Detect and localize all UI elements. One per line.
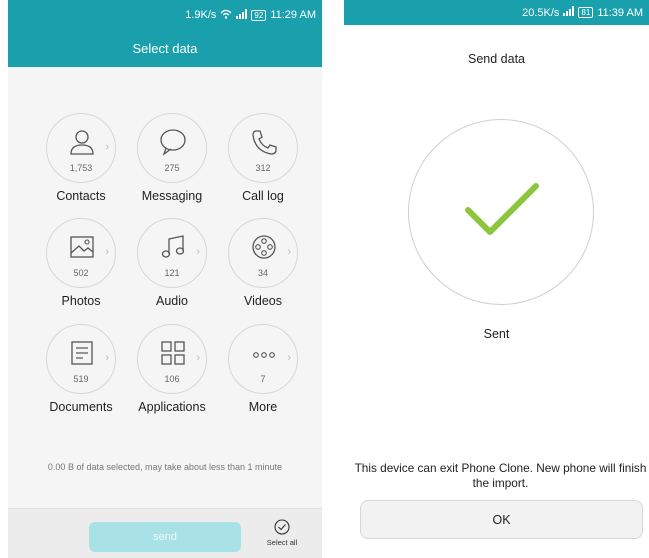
film-reel-icon — [252, 235, 276, 259]
wifi-icon — [220, 9, 232, 22]
page-title: Send data — [468, 52, 525, 66]
item-count: 519 — [73, 374, 89, 384]
item-circle[interactable]: 502 › — [46, 218, 116, 288]
item-count: 275 — [164, 163, 180, 173]
select-all-label: Select all — [266, 538, 298, 547]
chevron-right-icon: › — [105, 352, 109, 364]
selection-summary: 0.00 B of data selected, may take about … — [47, 462, 283, 472]
item-label: More — [248, 400, 278, 414]
item-circle[interactable]: 121 › — [137, 218, 207, 288]
send-data-screen: 20.5K/s 81 11:39 AM Send data Sent This … — [344, 0, 649, 558]
chevron-right-icon: › — [105, 141, 109, 153]
item-circle[interactable]: 7 › — [228, 324, 298, 394]
completion-message: This device can exit Phone Clone. New ph… — [348, 461, 649, 491]
item-circle[interactable]: 312 — [228, 113, 298, 183]
item-circle[interactable]: 34 › — [228, 218, 298, 288]
item-label: Videos — [244, 294, 282, 308]
page-title: Select data — [8, 30, 322, 67]
item-circle[interactable]: 106 › — [137, 324, 207, 394]
checkmark-icon — [465, 183, 539, 235]
battery-icon: 81 — [578, 7, 594, 18]
clock: 11:29 AM — [270, 9, 316, 21]
chevron-right-icon: › — [105, 246, 109, 258]
signal-icon — [236, 8, 248, 22]
item-circle[interactable]: 1,753 › — [46, 113, 116, 183]
app-grid-icon — [161, 341, 185, 365]
status-bar: 20.5K/s 81 11:39 AM — [344, 0, 649, 25]
image-icon — [70, 236, 94, 258]
bottom-action-bar: send Select all — [8, 508, 322, 558]
item-count: 312 — [255, 163, 271, 173]
item-circle[interactable]: 275 — [137, 113, 207, 183]
signal-icon — [563, 6, 575, 19]
network-speed: 1.9K/s — [185, 9, 217, 21]
music-note-icon — [161, 235, 185, 258]
chevron-right-icon: › — [287, 352, 291, 364]
clock: 11:39 AM — [597, 6, 643, 19]
select-all-button[interactable]: Select all — [260, 519, 304, 547]
check-circle-icon — [274, 519, 290, 535]
item-count: 34 — [257, 268, 268, 278]
chat-bubble-icon — [160, 129, 186, 156]
item-count: 1,753 — [69, 163, 93, 173]
progress-circle — [408, 119, 594, 305]
chevron-right-icon: › — [196, 352, 200, 364]
chevron-right-icon: › — [287, 246, 291, 258]
phone-icon — [252, 130, 277, 155]
completion-message-line2: the import. — [472, 476, 529, 490]
more-dots-icon — [253, 352, 275, 358]
completion-message-line1: This device can exit Phone Clone. New ph… — [354, 461, 647, 475]
send-button[interactable]: send — [89, 522, 241, 552]
item-label: Call log — [242, 189, 284, 203]
ok-button[interactable]: OK — [360, 500, 643, 539]
transfer-status: Sent — [483, 327, 510, 341]
item-count: 121 — [164, 268, 180, 278]
item-count: 106 — [164, 374, 180, 384]
person-icon — [70, 130, 94, 155]
network-speed: 20.5K/s — [522, 6, 560, 19]
battery-icon: 92 — [251, 9, 267, 21]
select-data-screen: 1.9K/s 92 11:29 AM Select data 1,753 › C… — [8, 0, 322, 558]
item-circle[interactable]: 519 › — [46, 324, 116, 394]
document-icon — [71, 341, 93, 365]
status-bar: 1.9K/s 92 11:29 AM — [8, 0, 322, 30]
item-count: 502 — [73, 268, 89, 278]
chevron-right-icon: › — [196, 246, 200, 258]
item-count: 7 — [260, 374, 266, 384]
